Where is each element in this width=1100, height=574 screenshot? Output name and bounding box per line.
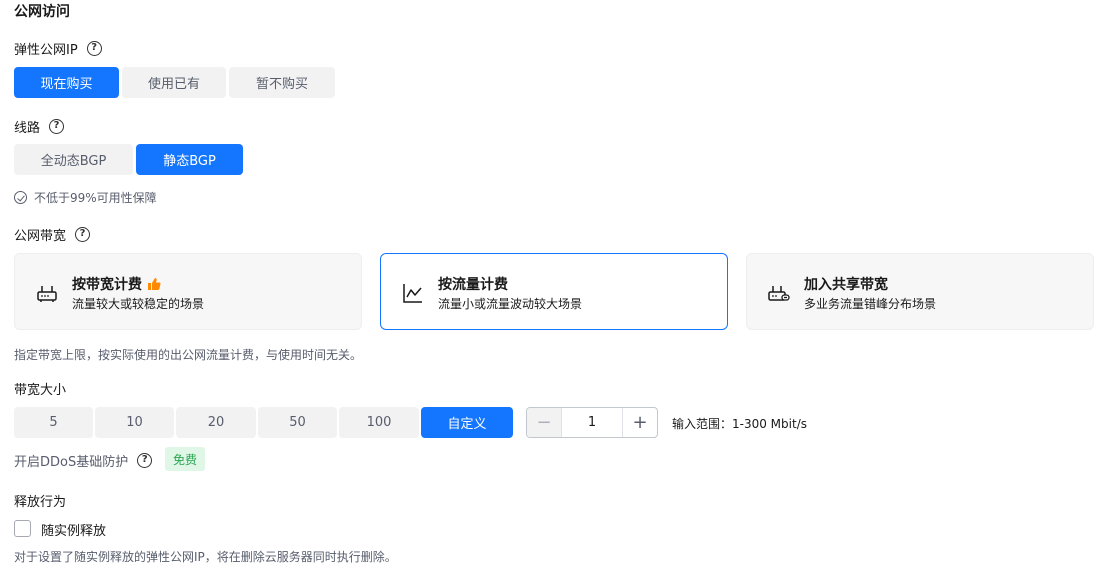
minus-icon[interactable]: −	[527, 408, 562, 437]
bandwidth-option-custom[interactable]: 自定义	[421, 407, 513, 438]
billing-card-title: 按流量计费	[438, 277, 508, 293]
bandwidth-stepper[interactable]: − 1 +	[526, 407, 658, 438]
billing-card-shared-bandwidth[interactable]: 加入共享带宽 多业务流量错峰分布场景	[746, 253, 1094, 330]
release-with-instance-checkbox[interactable]	[14, 520, 31, 537]
line-label-row: 线路 ?	[14, 117, 65, 136]
eip-label: 弹性公网IP	[14, 43, 78, 58]
line-chart-icon	[403, 284, 422, 303]
line-option-dynamic-bgp[interactable]: 全动态BGP	[14, 144, 133, 175]
bandwidth-option-5[interactable]: 5	[14, 407, 93, 438]
check-circle-icon	[14, 191, 27, 204]
billing-card-by-bandwidth[interactable]: 按带宽计费 流量较大或较稳定的场景	[14, 253, 362, 330]
guarantee-text: 不低于99%可用性保障	[34, 191, 157, 205]
bandwidth-option-50[interactable]: 50	[258, 407, 337, 438]
router-icon	[37, 286, 57, 302]
bandwidth-option-10[interactable]: 10	[95, 407, 174, 438]
help-icon[interactable]: ?	[86, 41, 102, 56]
section-title: 公网访问	[14, 4, 70, 20]
release-note: 对于设置了随实例释放的弹性公网IP，将在删除云服务器同时执行删除。	[14, 550, 397, 564]
eip-option-not-buy[interactable]: 暂不购买	[229, 67, 335, 98]
billing-card-title: 按带宽计费	[72, 277, 142, 293]
bandwidth-size-label: 带宽大小	[14, 383, 67, 398]
help-icon[interactable]: ?	[49, 119, 65, 134]
bandwidth-range: 输入范围：1-300 Mbit/s	[672, 417, 807, 431]
guarantee-row: 不低于99%可用性保障	[14, 189, 157, 206]
free-badge: 免费	[165, 447, 206, 471]
bandwidth-billing-label: 公网带宽	[14, 229, 67, 244]
line-option-static-bgp[interactable]: 静态BGP	[136, 144, 243, 175]
shared-router-icon	[768, 286, 790, 301]
line-label: 线路	[14, 121, 41, 136]
eip-label-row: 弹性公网IP ?	[14, 39, 102, 58]
billing-card-desc: 多业务流量错峰分布场景	[804, 297, 937, 311]
billing-note: 指定带宽上限，按实际使用的出公网流量计费，与使用时间无关。	[14, 348, 363, 362]
bandwidth-billing-label-row: 公网带宽 ?	[14, 225, 91, 244]
bandwidth-option-20[interactable]: 20	[176, 407, 256, 438]
billing-card-title-row: 加入共享带宽	[804, 274, 888, 294]
release-label: 释放行为	[14, 495, 67, 510]
bandwidth-option-100[interactable]: 100	[339, 407, 419, 438]
eip-option-use-existing[interactable]: 使用已有	[122, 67, 226, 98]
billing-card-by-traffic[interactable]: 按流量计费 流量小或流量波动较大场景	[380, 253, 728, 330]
thumbs-up-icon	[148, 278, 161, 290]
billing-card-title-row: 按流量计费	[438, 274, 508, 294]
eip-option-buy-now[interactable]: 现在购买	[14, 67, 119, 98]
bandwidth-value[interactable]: 1	[562, 408, 622, 437]
billing-card-desc: 流量小或流量波动较大场景	[438, 297, 583, 311]
release-checkbox-label[interactable]: 随实例释放	[41, 520, 106, 539]
help-icon[interactable]: ?	[137, 453, 153, 468]
billing-card-title-row: 按带宽计费	[72, 274, 161, 294]
plus-icon[interactable]: +	[622, 408, 657, 437]
help-icon[interactable]: ?	[75, 227, 91, 242]
ddos-label-row: 开启DDoS基础防护 ?	[14, 451, 153, 470]
billing-card-desc: 流量较大或较稳定的场景	[72, 297, 205, 311]
billing-card-title: 加入共享带宽	[804, 277, 888, 293]
ddos-label: 开启DDoS基础防护	[14, 455, 129, 470]
